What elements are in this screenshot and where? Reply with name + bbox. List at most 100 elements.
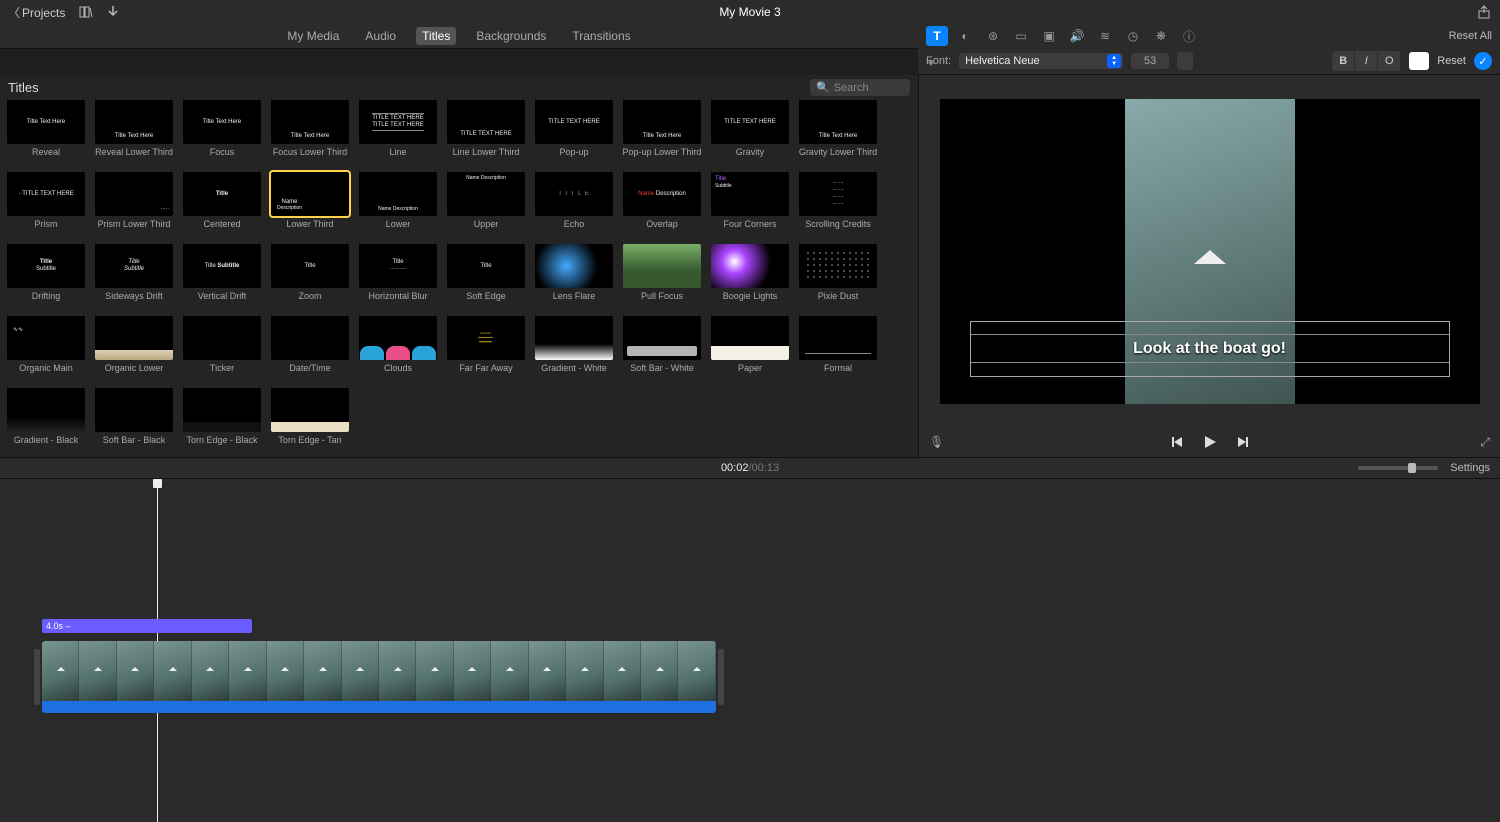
tab-audio[interactable]: Audio: [359, 27, 402, 45]
play-icon[interactable]: [1202, 434, 1218, 450]
inspector-title-icon[interactable]: T: [926, 26, 948, 46]
title-overlay-text[interactable]: Look at the boat go!: [971, 340, 1449, 358]
fullscreen-icon[interactable]: ⤢: [1480, 435, 1490, 450]
tab-backgrounds[interactable]: Backgrounds: [470, 27, 552, 45]
title-tile[interactable]: TitleSubtitle Drifting: [4, 244, 88, 316]
title-tile[interactable]: Title Text Here Reveal Lower Third: [92, 100, 176, 172]
title-tile[interactable]: Gradient - White: [532, 316, 616, 388]
title-tile[interactable]: Name Description Upper: [444, 172, 528, 244]
title-tile[interactable]: Title Centered: [180, 172, 264, 244]
import-icon[interactable]: [107, 5, 119, 19]
title-tile-label: Centered: [203, 219, 240, 229]
title-tile[interactable]: NameDescription Lower Third: [268, 172, 352, 244]
title-tile[interactable]: ··· ······ ······ ······ ··· Scrolling C…: [796, 172, 880, 244]
title-tile[interactable]: Title·········· Horizontal Blur: [356, 244, 440, 316]
inspector-stabilize-icon[interactable]: ▣: [1038, 26, 1060, 46]
title-tile[interactable]: Title Text Here Focus: [180, 100, 264, 172]
title-tile[interactable]: Title Subtitle Vertical Drift: [180, 244, 264, 316]
audio-waveform[interactable]: [42, 701, 716, 713]
video-viewer[interactable]: Look at the boat go!: [919, 75, 1500, 427]
timeline-frame: [42, 641, 79, 701]
magic-wand-icon[interactable]: ✦: [926, 56, 936, 70]
inspector-effects-icon[interactable]: ❋: [1150, 26, 1172, 46]
title-tile[interactable]: ··TITLE TEXT HERE Prism: [4, 172, 88, 244]
tab-transitions[interactable]: Transitions: [566, 27, 636, 45]
title-tile[interactable]: Boogie Lights: [708, 244, 792, 316]
voiceover-icon[interactable]: 🎙: [929, 435, 944, 449]
title-tile[interactable]: Name Description Lower: [356, 172, 440, 244]
title-tile[interactable]: Torn Edge - Black: [180, 388, 264, 457]
title-tile-label: Pull Focus: [641, 291, 683, 301]
title-tile[interactable]: T I T L E Echo: [532, 172, 616, 244]
inspector-filter-icon[interactable]: ◐: [954, 26, 976, 46]
title-tile[interactable]: Pixie Dust: [796, 244, 880, 316]
reset-button[interactable]: Reset: [1437, 55, 1466, 67]
italic-button[interactable]: I: [1355, 51, 1378, 71]
inspector-speed-icon[interactable]: ◷: [1122, 26, 1144, 46]
title-tile[interactable]: TitleSubtitle Four Corners: [708, 172, 792, 244]
inspector-color-icon[interactable]: ⊛: [982, 26, 1004, 46]
title-tile[interactable]: ━━━━━━━━━━━━━ Far Far Away: [444, 316, 528, 388]
title-tile[interactable]: Title Text Here Focus Lower Third: [268, 100, 352, 172]
timeline[interactable]: 4.0s –: [0, 479, 1500, 822]
library-icon[interactable]: [79, 5, 93, 19]
inspector-crop-icon[interactable]: ▭: [1010, 26, 1032, 46]
title-tile[interactable]: Title Zoom: [268, 244, 352, 316]
title-tile[interactable]: Organic Lower: [92, 316, 176, 388]
font-size-stepper[interactable]: [1177, 52, 1193, 70]
title-tile[interactable]: TitleSubtitle Sideways Drift: [92, 244, 176, 316]
timeline-frame: [604, 641, 641, 701]
title-tile[interactable]: TITLE TEXT HERETITLE TEXT HERE Line: [356, 100, 440, 172]
inspector-noise-icon[interactable]: ≋: [1094, 26, 1116, 46]
text-color-swatch[interactable]: [1409, 52, 1429, 70]
title-tile[interactable]: Formal: [796, 316, 880, 388]
timeline-frame: [529, 641, 566, 701]
title-tile[interactable]: Title Text Here Gravity Lower Third: [796, 100, 880, 172]
title-tile[interactable]: Name Description Overlap: [620, 172, 704, 244]
title-tile[interactable]: Title Text Here Reveal: [4, 100, 88, 172]
inspector-volume-icon[interactable]: 🔊: [1066, 26, 1088, 46]
share-icon[interactable]: [1478, 5, 1490, 19]
outline-button[interactable]: O: [1378, 51, 1401, 71]
title-tile[interactable]: Date/Time: [268, 316, 352, 388]
search-input[interactable]: 🔍 Search: [810, 79, 910, 96]
current-time: 00:02: [721, 462, 749, 474]
inspector-info-icon[interactable]: ⓘ: [1178, 26, 1200, 46]
reset-all-button[interactable]: Reset All: [1449, 30, 1492, 42]
apply-check-icon[interactable]: ✓: [1474, 52, 1492, 70]
title-tile-label: Horizontal Blur: [368, 291, 427, 301]
next-frame-icon[interactable]: [1236, 435, 1250, 449]
clip-handle-left[interactable]: [34, 649, 40, 705]
tab-my-media[interactable]: My Media: [281, 27, 345, 45]
title-tile[interactable]: Lens Flare: [532, 244, 616, 316]
tab-titles[interactable]: Titles: [416, 27, 456, 45]
title-tile[interactable]: Gradient - Black: [4, 388, 88, 457]
title-tile[interactable]: Title Soft Edge: [444, 244, 528, 316]
title-clip[interactable]: 4.0s –: [42, 619, 252, 633]
video-clip[interactable]: [42, 641, 716, 713]
title-tile[interactable]: Ticker: [180, 316, 264, 388]
back-to-projects[interactable]: 〈Projects: [8, 4, 65, 21]
bold-button[interactable]: B: [1332, 51, 1355, 71]
title-edit-box[interactable]: Look at the boat go!: [970, 321, 1450, 377]
timeline-settings[interactable]: Settings: [1450, 462, 1490, 474]
title-tile[interactable]: TITLE TEXT HERE Line Lower Third: [444, 100, 528, 172]
title-tile-label: Formal: [824, 363, 852, 373]
prev-frame-icon[interactable]: [1170, 435, 1184, 449]
title-tile[interactable]: Clouds: [356, 316, 440, 388]
title-tile[interactable]: Title Text Here Pop-up Lower Third: [620, 100, 704, 172]
title-tile[interactable]: Soft Bar - Black: [92, 388, 176, 457]
title-tile[interactable]: TITLE TEXT HERE Pop-up: [532, 100, 616, 172]
title-tile[interactable]: Pull Focus: [620, 244, 704, 316]
timeline-frame: [304, 641, 341, 701]
title-tile[interactable]: ∿∿ Organic Main: [4, 316, 88, 388]
title-tile[interactable]: Torn Edge - Tan: [268, 388, 352, 457]
font-select[interactable]: Helvetica Neue▲▼: [959, 53, 1123, 69]
title-tile[interactable]: Soft Bar - White: [620, 316, 704, 388]
title-tile[interactable]: Paper: [708, 316, 792, 388]
zoom-slider[interactable]: [1358, 466, 1438, 470]
title-tile[interactable]: TITLE TEXT HERE Gravity: [708, 100, 792, 172]
font-size-field[interactable]: 53: [1131, 53, 1169, 69]
title-tile[interactable]: ····· Prism Lower Third: [92, 172, 176, 244]
clip-handle-right[interactable]: [718, 649, 724, 705]
